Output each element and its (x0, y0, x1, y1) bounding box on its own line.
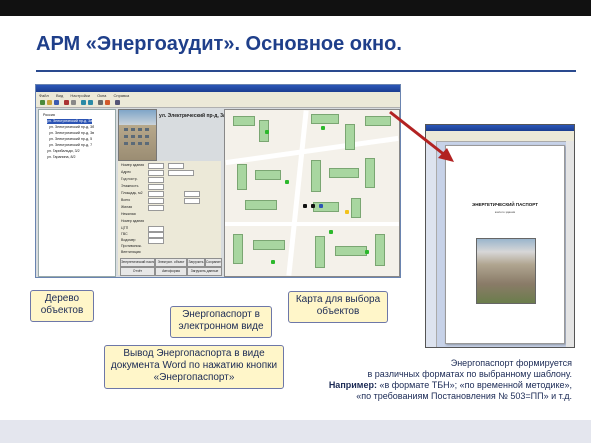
passport-formats-note: Энергопаспорт формируется в различных фо… (296, 358, 572, 402)
note-line: в различных форматах по выбранному шабло… (367, 369, 573, 379)
bottom-bar (0, 420, 591, 443)
note-line: Энергопаспорт формируется (450, 358, 572, 368)
note-line: «по требованиям Постановления № 503=ПП» … (356, 391, 572, 401)
callout-word-output: Вывод Энергопаспорта в виде документа Wo… (104, 345, 284, 389)
note-example-label: Например: (328, 380, 377, 390)
callout-map: Карта для выбора объектов (288, 291, 388, 323)
note-line-text: «в формате ТБН»; «по временной методике»… (379, 380, 572, 390)
callout-passport-electronic: Энергопаспорт в электронном виде (170, 306, 272, 338)
note-line: Например: «в формате ТБН»; «по временной… (296, 380, 572, 391)
callout-tree: Дерево объектов (30, 290, 94, 322)
